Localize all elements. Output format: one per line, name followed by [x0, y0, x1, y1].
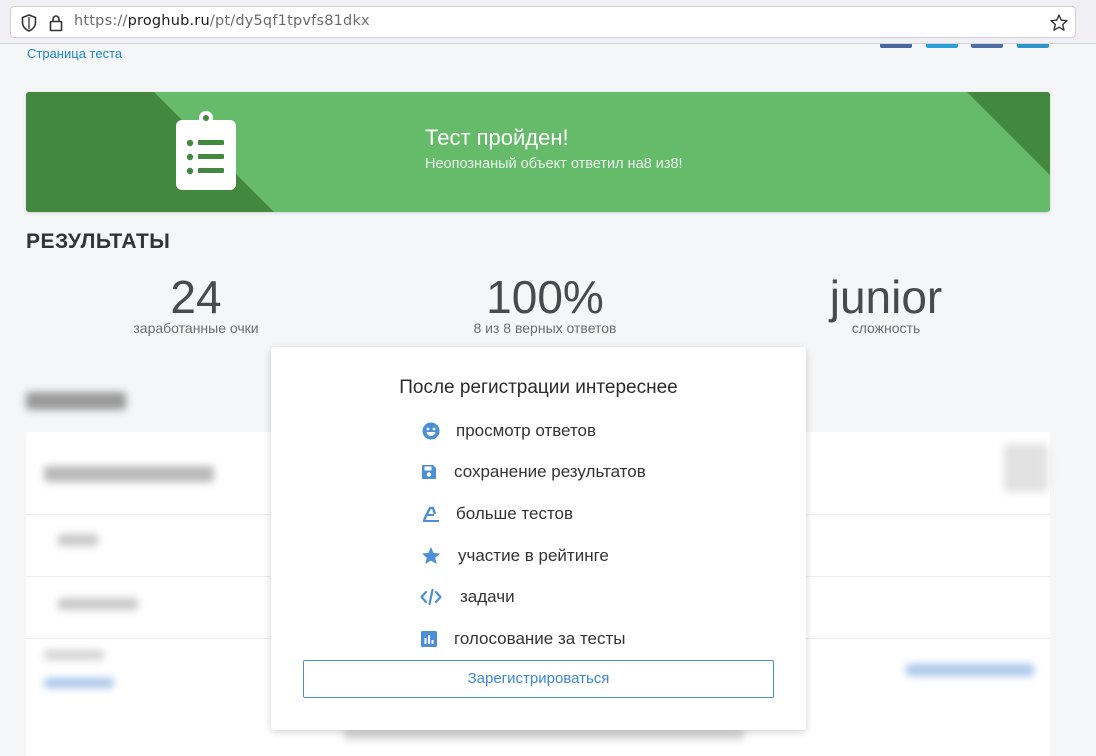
blurred-option — [58, 598, 138, 610]
answers-heading-blurred — [26, 392, 126, 416]
banner-title: Тест пройден! — [425, 125, 569, 150]
address-bar[interactable]: https://proghub.ru/pt/dy5qf1tpvfs81dkx — [10, 6, 1076, 38]
clipboard-list-icon — [176, 111, 236, 190]
feature-item: больше тестов — [420, 502, 573, 526]
tests-icon — [420, 503, 442, 525]
blurred-meta — [44, 650, 104, 660]
modal-title: После регистрации интереснее — [399, 377, 678, 398]
code-icon — [420, 586, 442, 608]
results-heading: РЕЗУЛЬТАТЫ — [26, 230, 171, 253]
feature-item: участие в рейтинге — [420, 544, 609, 568]
feature-label: сохранение результатов — [454, 462, 646, 481]
feature-item: просмотр ответов — [420, 419, 596, 443]
url-path: /pt/dy5qf1tpvfs81dkx — [209, 13, 370, 29]
blurred-option — [58, 534, 98, 546]
stat-percent: 100% 8 из 8 верных ответов — [375, 270, 715, 336]
stat-value: 100% — [486, 271, 604, 323]
feature-label: задачи — [460, 587, 515, 606]
url-scheme: https:// — [74, 13, 128, 29]
url-host: proghub.ru — [127, 13, 210, 29]
blurred-question-title — [44, 466, 214, 482]
social-button-facebook[interactable] — [880, 44, 912, 48]
star-icon — [420, 545, 442, 567]
blurred-meta-link — [44, 678, 114, 688]
stat-points: 24 заработанные очки — [26, 270, 366, 336]
feature-label: больше тестов — [456, 504, 574, 523]
feature-label: участие в рейтинге — [458, 546, 609, 565]
test-page-link[interactable]: Страница теста — [27, 46, 122, 61]
smile-icon — [420, 420, 442, 442]
floppy-disk-icon — [418, 461, 440, 483]
blurred-link — [906, 664, 1034, 676]
bookmark-star-icon[interactable] — [1049, 13, 1069, 33]
feature-item: голосование за тесты — [418, 627, 626, 651]
banner-subtitle: Неопознаный объект ответил на8 из8! — [425, 156, 683, 172]
feature-label: голосование за тесты — [454, 629, 626, 648]
browser-toolbar: https://proghub.ru/pt/dy5qf1tpvfs81dkx — [0, 0, 1096, 44]
stat-difficulty: junior сложность — [716, 270, 1056, 336]
result-banner: Тест пройден! Неопознаный объект ответил… — [26, 92, 1050, 212]
shield-icon[interactable] — [21, 14, 37, 32]
social-button-telegram[interactable] — [1017, 44, 1049, 48]
feature-label: просмотр ответов — [456, 421, 597, 440]
social-button-twitter[interactable] — [926, 44, 958, 48]
stat-value: junior — [829, 271, 943, 323]
stat-label: 8 из 8 верных ответов — [473, 320, 617, 336]
url-text[interactable]: https://proghub.ru/pt/dy5qf1tpvfs81dkx — [74, 13, 370, 29]
bar-chart-icon — [418, 628, 440, 650]
lock-icon[interactable] — [49, 14, 63, 32]
blurred-corner — [1004, 444, 1048, 492]
feature-item: сохранение результатов — [418, 460, 646, 484]
feature-item: задачи — [420, 585, 515, 609]
stat-label: сложность — [851, 320, 921, 336]
stat-label: заработанные очки — [133, 320, 259, 336]
register-button[interactable]: Зарегистрироваться — [303, 660, 774, 698]
stat-value: 24 — [170, 271, 222, 323]
social-button-vk[interactable] — [971, 44, 1003, 48]
registration-modal: После регистрации интереснее просмотр от… — [271, 347, 806, 730]
